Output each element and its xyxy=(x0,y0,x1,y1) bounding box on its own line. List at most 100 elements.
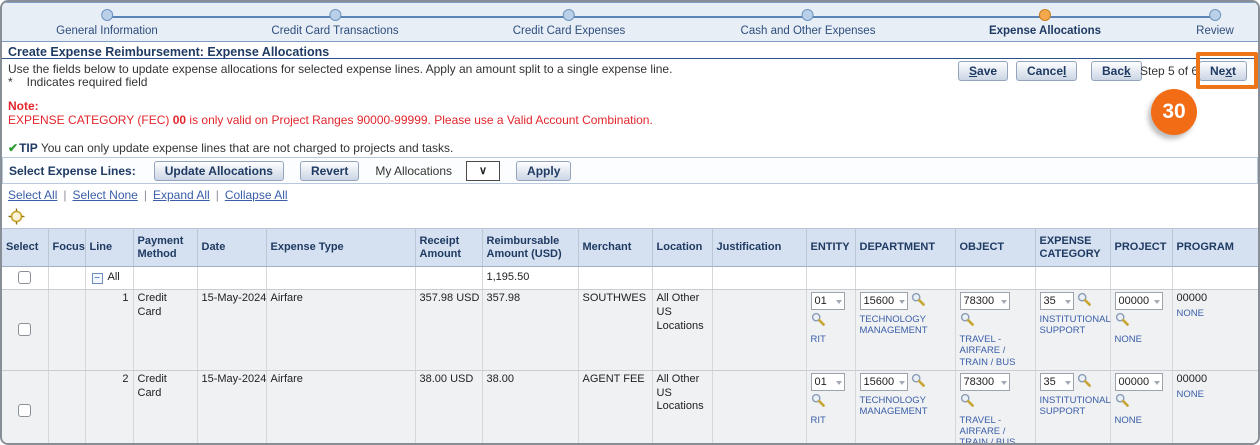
required-asterisk: * xyxy=(8,75,13,89)
row-1-expense-category-input[interactable] xyxy=(1039,292,1074,310)
summary-reimbursable-total: 1,195.50 xyxy=(482,266,579,290)
row-2-payment-method: Credit Card xyxy=(133,370,198,443)
header-focus: Focus xyxy=(48,228,86,267)
row-2-expense-category-lov-torch-icon[interactable] xyxy=(1077,373,1092,393)
summary-row: − All 1,195.50 xyxy=(2,266,1258,290)
row-1-department-input[interactable] xyxy=(859,292,908,310)
header-line: Line xyxy=(85,228,134,267)
collapse-all-link[interactable]: Collapse All xyxy=(225,188,288,202)
tip-text: You can only update expense lines that a… xyxy=(37,141,454,155)
update-allocations-button[interactable]: Update Allocations xyxy=(153,160,284,181)
row-1-receipt-amount: 357.98 USD xyxy=(415,289,483,371)
row-1-expense-category-lov-torch-icon[interactable] xyxy=(1077,292,1092,312)
row-2-merchant: AGENT FEE xyxy=(578,370,653,443)
train-step-general-information: General Information xyxy=(56,6,158,37)
train-step-credit-card-expenses: Credit Card Expenses xyxy=(512,6,626,37)
row-2-entity-description: RIT xyxy=(810,414,826,426)
row-1-payment-method: Credit Card xyxy=(133,289,198,371)
row-2-expense-type: Airfare xyxy=(266,370,416,443)
header-receipt-amount: Receipt Amount xyxy=(415,228,483,267)
link-separator: | xyxy=(63,188,67,202)
row-2-project-description: NONE xyxy=(1114,414,1142,426)
my-allocations-dropdown[interactable]: ∨ xyxy=(466,160,501,181)
summary-focus-cell xyxy=(48,266,86,290)
row-1-entity-input[interactable] xyxy=(810,292,845,310)
row-2-object-description: TRAVEL - AIRFARE / TRAIN / BUS xyxy=(959,414,1016,445)
row-1-program-value: 00000 xyxy=(1176,292,1208,304)
row-2-object-input[interactable] xyxy=(959,372,1010,391)
row-2-object-lov-torch-icon[interactable] xyxy=(960,393,1031,413)
row-2-project-input[interactable] xyxy=(1114,372,1163,391)
train-step-label: Review xyxy=(1196,25,1234,37)
row-2-program-value: 00000 xyxy=(1176,372,1208,385)
train-step-label: Cash and Other Expenses xyxy=(740,25,876,37)
row-1-justification xyxy=(712,289,807,371)
link-separator: | xyxy=(143,188,147,202)
back-button[interactable]: Bac k xyxy=(1091,61,1142,81)
row-1-object-description: TRAVEL - AIRFARE / TRAIN / BUS xyxy=(959,333,1016,368)
row-1-select-checkbox[interactable] xyxy=(18,322,32,336)
title-divider xyxy=(2,58,1258,59)
train-step-expense-allocations-current: Expense Allocations xyxy=(989,6,1101,37)
save-button[interactable]: Save xyxy=(958,61,1009,81)
select-all-rows-checkbox[interactable] xyxy=(18,270,32,284)
apply-button[interactable]: Apply xyxy=(516,160,572,181)
header-select: Select xyxy=(2,228,49,267)
row-2-select-checkbox[interactable] xyxy=(18,403,32,417)
next-button[interactable]: Ne x t xyxy=(1199,61,1248,81)
row-2-line-number: 2 xyxy=(85,370,134,443)
my-allocations-label: My Allocations xyxy=(375,163,453,178)
summary-line-label: All xyxy=(107,271,120,284)
row-1-expense-category-description: INSTITUTIONAL SUPPORT xyxy=(1039,313,1111,337)
select-all-link[interactable]: Select All xyxy=(8,188,57,202)
row-2-department-input[interactable] xyxy=(859,372,908,391)
header-expense-category: EXPENSE CATEGORY xyxy=(1035,228,1111,267)
row-1-merchant: SOUTHWES xyxy=(578,289,653,371)
revert-button[interactable]: Revert xyxy=(299,160,360,181)
cancel-button[interactable]: Cance l xyxy=(1016,61,1078,81)
row-1-date: 15-May-2024 xyxy=(197,289,267,371)
header-date: Date xyxy=(197,228,267,267)
row-2-entity-lov-torch-icon[interactable] xyxy=(811,393,851,413)
row-1-object-lov-torch-icon[interactable] xyxy=(960,312,1031,332)
note-bold-value: 00 xyxy=(172,113,187,127)
row-2-department-lov-torch-icon[interactable] xyxy=(911,373,926,393)
header-reimbursable-amount: Reimbursable Amount (USD) xyxy=(482,228,579,267)
row-1-entity-description: RIT xyxy=(810,333,826,345)
link-separator: | xyxy=(215,188,219,202)
row-1-location: All Other US Locations xyxy=(652,289,713,371)
required-field-note: * Indicates required field xyxy=(8,75,147,89)
row-1-line-number: 1 xyxy=(85,289,134,371)
page-title: Create Expense Reimbursement: Expense Al… xyxy=(8,45,330,59)
note-label: Note: xyxy=(8,99,39,113)
header-location: Location xyxy=(652,228,713,267)
train-step-dot-current xyxy=(1039,9,1051,21)
row-1-department-lov-torch-icon[interactable] xyxy=(911,292,926,312)
row-1-entity-lov-torch-icon[interactable] xyxy=(811,312,851,332)
train-step-label: Credit Card Expenses xyxy=(512,25,626,37)
row-2-department-description: TECHNOLOGY MANAGEMENT xyxy=(859,394,928,418)
expense-line-row-2: 2 Credit Card 15-May-2024 Airfare 38.00 … xyxy=(2,370,1258,445)
row-2-expense-category-input[interactable] xyxy=(1039,372,1074,391)
row-2-focus-cell xyxy=(48,370,86,443)
train-step-label: Credit Card Transactions xyxy=(271,25,399,37)
progress-train: General Information Credit Card Transact… xyxy=(2,2,1258,42)
row-2-project-lov-torch-icon[interactable] xyxy=(1115,393,1168,413)
row-1-department-description: TECHNOLOGY MANAGEMENT xyxy=(859,313,928,337)
row-2-entity-input[interactable] xyxy=(810,372,845,391)
collapse-icon[interactable]: − xyxy=(91,272,103,284)
row-2-reimbursable-amount: 38.00 xyxy=(482,370,579,443)
row-1-reimbursable-amount: 357.98 xyxy=(482,289,579,371)
row-1-project-lov-torch-icon[interactable] xyxy=(1115,312,1168,332)
row-1-object-input[interactable] xyxy=(959,292,1010,310)
expand-all-link[interactable]: Expand All xyxy=(153,188,210,202)
row-2-justification xyxy=(712,370,807,443)
select-none-link[interactable]: Select None xyxy=(72,188,137,202)
select-expense-lines-toolbar: Select Expense Lines: Update Allocations… xyxy=(2,157,1258,184)
row-2-expense-category-description: INSTITUTIONAL SUPPORT xyxy=(1039,394,1111,418)
page-instruction: Use the fields below to update expense a… xyxy=(8,62,673,76)
row-1-project-description: NONE xyxy=(1114,333,1142,345)
header-program: PROGRAM xyxy=(1172,228,1258,267)
expense-line-row-1: 1 Credit Card 15-May-2024 Airfare 357.98… xyxy=(2,289,1258,371)
row-1-project-input[interactable] xyxy=(1114,292,1163,310)
